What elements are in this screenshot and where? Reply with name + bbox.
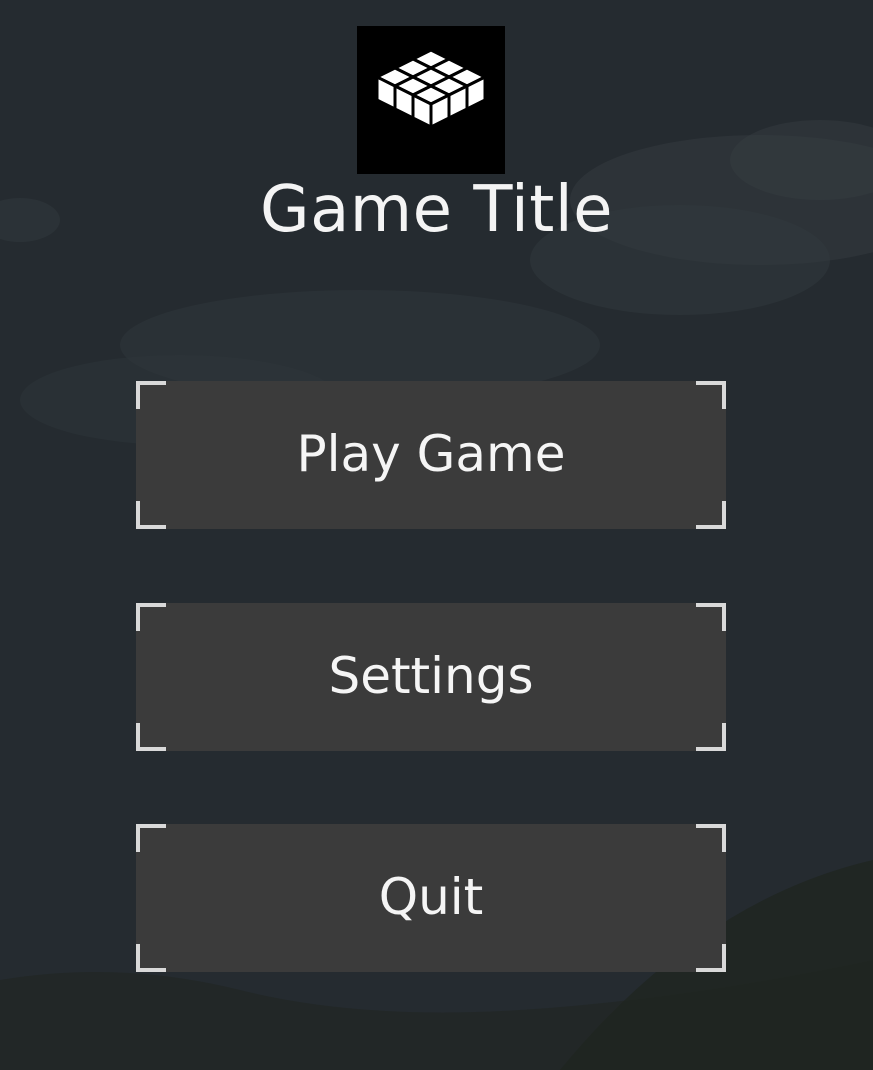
quit-label: Quit: [378, 868, 484, 926]
game-logo: [357, 26, 505, 174]
settings-button[interactable]: Settings: [136, 603, 726, 751]
game-title: Game Title: [259, 173, 614, 247]
quit-button[interactable]: Quit: [136, 824, 726, 972]
grid-cube-icon: [375, 48, 487, 129]
play-game-button[interactable]: Play Game: [136, 381, 726, 529]
play-game-label: Play Game: [296, 425, 566, 483]
main-menu-screen: Game Title Play Game Settings Quit: [0, 0, 873, 1070]
settings-label: Settings: [328, 647, 534, 705]
